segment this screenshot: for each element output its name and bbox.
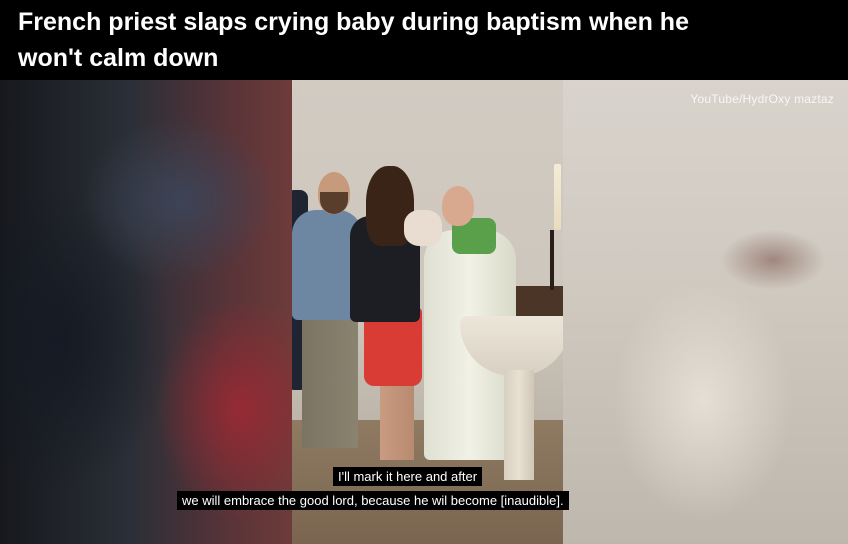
baptismal-font-stem xyxy=(504,370,534,480)
blurred-left-fill xyxy=(0,80,292,544)
candle xyxy=(554,164,561,230)
headline-line-1: French priest slaps crying baby during b… xyxy=(18,8,689,36)
subtitle-line-1: I'll mark it here and after xyxy=(333,467,483,486)
headline: French priest slaps crying baby during b… xyxy=(18,4,818,76)
blurred-right-fill xyxy=(563,80,848,544)
man-legs xyxy=(302,316,358,448)
watermark: YouTube/HydrOxy maztaz xyxy=(690,92,834,106)
subtitle-line-2: we will embrace the good lord, because h… xyxy=(177,491,569,510)
candle-stand xyxy=(550,230,554,290)
headline-line-2: won't calm down xyxy=(18,44,219,72)
baby xyxy=(404,210,442,246)
headline-bar: French priest slaps crying baby during b… xyxy=(0,0,848,80)
woman-legs xyxy=(380,380,414,460)
video-frame[interactable]: YouTube/HydrOxy maztaz I'll mark it here… xyxy=(0,80,848,544)
priest-head xyxy=(442,186,474,226)
